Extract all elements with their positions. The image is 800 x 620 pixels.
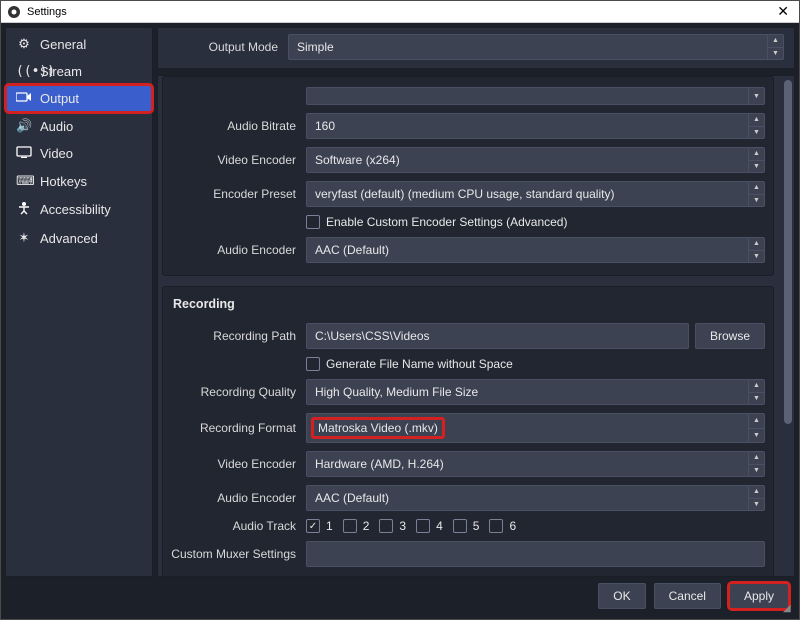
recording-quality-select[interactable]: High Quality, Medium File Size ▲▼ bbox=[306, 379, 765, 405]
output-icon bbox=[16, 91, 32, 106]
audio-bitrate-spinner[interactable]: 160 ▲▼ bbox=[306, 113, 765, 139]
sidebar-item-general[interactable]: ⚙ General bbox=[6, 30, 152, 58]
content-area: Output Mode Simple ▲▼ bbox=[157, 27, 795, 577]
antenna-icon: ((•)) bbox=[16, 64, 32, 79]
speaker-icon: 🔊 bbox=[16, 118, 32, 134]
sidebar-item-audio[interactable]: 🔊 Audio bbox=[6, 112, 152, 140]
sidebar-item-advanced[interactable]: ✶ Advanced bbox=[6, 224, 152, 252]
sidebar-item-output[interactable]: Output bbox=[6, 85, 152, 112]
checkbox-icon bbox=[489, 519, 503, 533]
window-title: Settings bbox=[27, 6, 67, 18]
audio-track-1-checkbox[interactable]: 1 bbox=[306, 519, 333, 533]
scrollbar-thumb[interactable] bbox=[784, 80, 792, 424]
body: ⚙ General ((•)) Stream Output 🔊 Audio bbox=[1, 23, 799, 619]
output-mode-select[interactable]: Simple ▲▼ bbox=[288, 34, 784, 60]
field-label: Audio Encoder bbox=[171, 491, 306, 505]
sidebar: ⚙ General ((•)) Stream Output 🔊 Audio bbox=[5, 27, 153, 577]
checkbox-icon bbox=[343, 519, 357, 533]
field-label: Recording Format bbox=[171, 421, 306, 435]
recording-group: Recording Recording Path Browse bbox=[162, 286, 774, 576]
ok-button[interactable]: OK bbox=[598, 583, 645, 609]
field-label: Recording Quality bbox=[171, 385, 306, 399]
spinner-icon[interactable]: ▲▼ bbox=[767, 35, 783, 59]
sidebar-item-hotkeys[interactable]: ⌨ Hotkeys bbox=[6, 167, 152, 195]
audio-track-4-checkbox[interactable]: 4 bbox=[416, 519, 443, 533]
app-icon bbox=[7, 5, 21, 19]
field-label: Custom Muxer Settings bbox=[171, 547, 306, 561]
spinner-icon[interactable]: ▲▼ bbox=[748, 414, 764, 442]
field-label: Video Encoder bbox=[171, 153, 306, 167]
custom-muxer-input[interactable] bbox=[306, 541, 765, 567]
spinner-icon[interactable]: ▲▼ bbox=[748, 452, 764, 476]
titlebar: Settings ✕ bbox=[1, 1, 799, 23]
field-label: Recording Path bbox=[171, 329, 306, 343]
field-label: Audio Track bbox=[171, 519, 306, 533]
audio-track-5-checkbox[interactable]: 5 bbox=[453, 519, 480, 533]
field-label: Video Encoder bbox=[171, 457, 306, 471]
tools-icon: ✶ bbox=[16, 230, 32, 246]
generate-filename-nospace-checkbox[interactable]: Generate File Name without Space bbox=[306, 357, 513, 371]
spinner-icon[interactable]: ▲▼ bbox=[748, 238, 764, 262]
chevron-down-icon[interactable]: ▼ bbox=[748, 88, 764, 104]
sidebar-item-stream[interactable]: ((•)) Stream bbox=[6, 58, 152, 85]
gear-icon: ⚙ bbox=[16, 36, 32, 52]
streaming-group: ▼ Audio Bitrate 160 ▲▼ bbox=[162, 76, 774, 276]
sidebar-item-label: Output bbox=[40, 91, 79, 106]
field-label: Audio Bitrate bbox=[171, 119, 306, 133]
spinner-icon[interactable]: ▲▼ bbox=[748, 182, 764, 206]
scrollbar[interactable] bbox=[784, 80, 792, 572]
sidebar-item-label: General bbox=[40, 37, 86, 52]
checkbox-icon bbox=[416, 519, 430, 533]
monitor-icon bbox=[16, 146, 32, 161]
person-icon bbox=[16, 201, 32, 218]
sidebar-item-label: Audio bbox=[40, 119, 73, 134]
sidebar-item-accessibility[interactable]: Accessibility bbox=[6, 195, 152, 224]
cancel-button[interactable]: Cancel bbox=[654, 583, 721, 609]
audio-track-3-checkbox[interactable]: 3 bbox=[379, 519, 406, 533]
spinner-icon[interactable]: ▲▼ bbox=[748, 380, 764, 404]
field-label: Audio Encoder bbox=[171, 243, 306, 257]
checkbox-icon bbox=[379, 519, 393, 533]
recording-video-encoder-select[interactable]: Hardware (AMD, H.264) ▲▼ bbox=[306, 451, 765, 477]
close-icon[interactable]: ✕ bbox=[773, 3, 793, 20]
audio-track-selection: 1 2 3 4 5 6 bbox=[306, 519, 765, 533]
spinner-icon[interactable]: ▲▼ bbox=[748, 114, 764, 138]
video-encoder-select[interactable]: Software (x264) ▲▼ bbox=[306, 147, 765, 173]
group-title: Recording bbox=[171, 293, 765, 319]
audio-encoder-select[interactable]: AAC (Default) ▲▼ bbox=[306, 237, 765, 263]
enable-custom-encoder-checkbox[interactable]: Enable Custom Encoder Settings (Advanced… bbox=[306, 215, 567, 229]
audio-track-2-checkbox[interactable]: 2 bbox=[343, 519, 370, 533]
checkbox-icon bbox=[306, 519, 320, 533]
settings-window: Settings ✕ ⚙ General ((•)) Stream Output bbox=[0, 0, 800, 620]
output-mode-label: Output Mode bbox=[168, 40, 288, 54]
footer: OK Cancel Apply ◢ bbox=[5, 577, 795, 615]
checkbox-icon bbox=[306, 357, 320, 371]
settings-panel: ▼ Audio Bitrate 160 ▲▼ bbox=[157, 75, 795, 577]
spinner-icon[interactable]: ▲▼ bbox=[748, 486, 764, 510]
sidebar-item-label: Advanced bbox=[40, 231, 98, 246]
sidebar-item-video[interactable]: Video bbox=[6, 140, 152, 167]
sidebar-item-label: Video bbox=[40, 146, 73, 161]
keyboard-icon: ⌨ bbox=[16, 173, 32, 189]
field-label: Encoder Preset bbox=[171, 187, 306, 201]
encoder-preset-select[interactable]: veryfast (default) (medium CPU usage, st… bbox=[306, 181, 765, 207]
apply-button[interactable]: Apply bbox=[729, 583, 789, 609]
audio-track-6-checkbox[interactable]: 6 bbox=[489, 519, 516, 533]
checkbox-icon bbox=[453, 519, 467, 533]
recording-audio-encoder-select[interactable]: AAC (Default) ▲▼ bbox=[306, 485, 765, 511]
sidebar-item-label: Stream bbox=[40, 64, 82, 79]
recording-path-input[interactable] bbox=[306, 323, 689, 349]
truncated-field[interactable]: ▼ bbox=[306, 87, 765, 105]
sidebar-item-label: Accessibility bbox=[40, 202, 111, 217]
recording-format-select[interactable]: Matroska Video (.mkv) ▲▼ bbox=[306, 413, 765, 443]
spinner-icon[interactable]: ▲▼ bbox=[748, 148, 764, 172]
resize-grip-icon[interactable]: ◢ bbox=[783, 603, 793, 613]
output-mode-bar: Output Mode Simple ▲▼ bbox=[157, 27, 795, 69]
sidebar-item-label: Hotkeys bbox=[40, 174, 87, 189]
browse-button[interactable]: Browse bbox=[695, 323, 765, 349]
checkbox-icon bbox=[306, 215, 320, 229]
